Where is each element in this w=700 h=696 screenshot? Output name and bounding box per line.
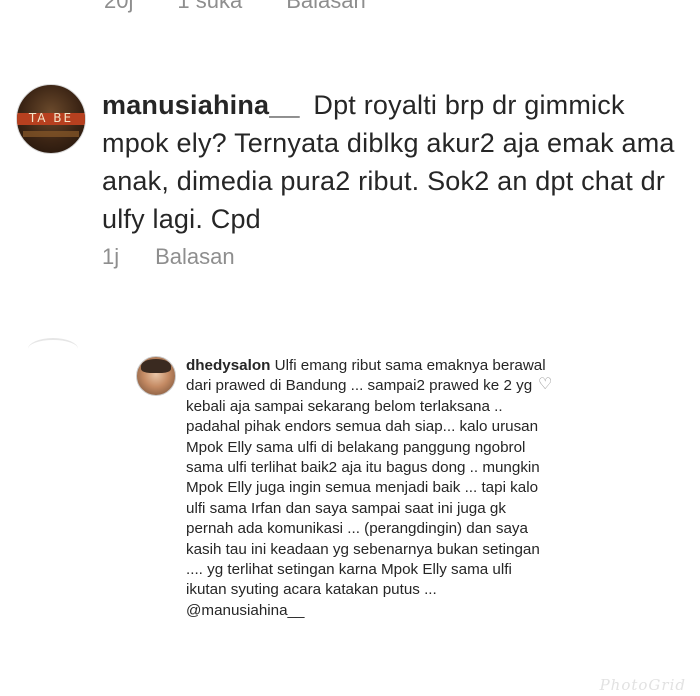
- heart-icon[interactable]: ♡: [538, 374, 552, 394]
- reply-button[interactable]: Balasan: [286, 0, 366, 20]
- comment-text: Ulfi emang ribut sama emaknya berawal da…: [186, 357, 546, 599]
- mention-link[interactable]: @manusiahina__: [186, 602, 304, 619]
- divider: [28, 338, 78, 360]
- comment-username[interactable]: manusiahina__: [102, 90, 300, 120]
- comment-body: dhedysalon Ulfi emang ribut sama emaknya…: [186, 356, 546, 621]
- avatar[interactable]: [136, 356, 176, 396]
- comment-meta: 1j Balasan: [102, 244, 235, 270]
- comment-time: 1j: [102, 244, 120, 269]
- comment-body: manusiahina__ Dpt royalti brp dr gimmick…: [102, 86, 692, 238]
- avatar-hair: [141, 359, 171, 373]
- previous-comment-meta: 20j 1 suka Balasan: [104, 0, 366, 20]
- like-count[interactable]: 1 suka: [177, 0, 242, 20]
- reply-button[interactable]: Balasan: [155, 244, 235, 270]
- comment-username[interactable]: dhedysalon: [186, 357, 270, 374]
- avatar-stripe: [23, 131, 79, 137]
- comment-time: 20j: [104, 0, 134, 13]
- avatar[interactable]: TA BE: [16, 84, 86, 154]
- avatar-text: TA BE: [28, 111, 74, 125]
- watermark: PhotoGrid: [599, 676, 686, 694]
